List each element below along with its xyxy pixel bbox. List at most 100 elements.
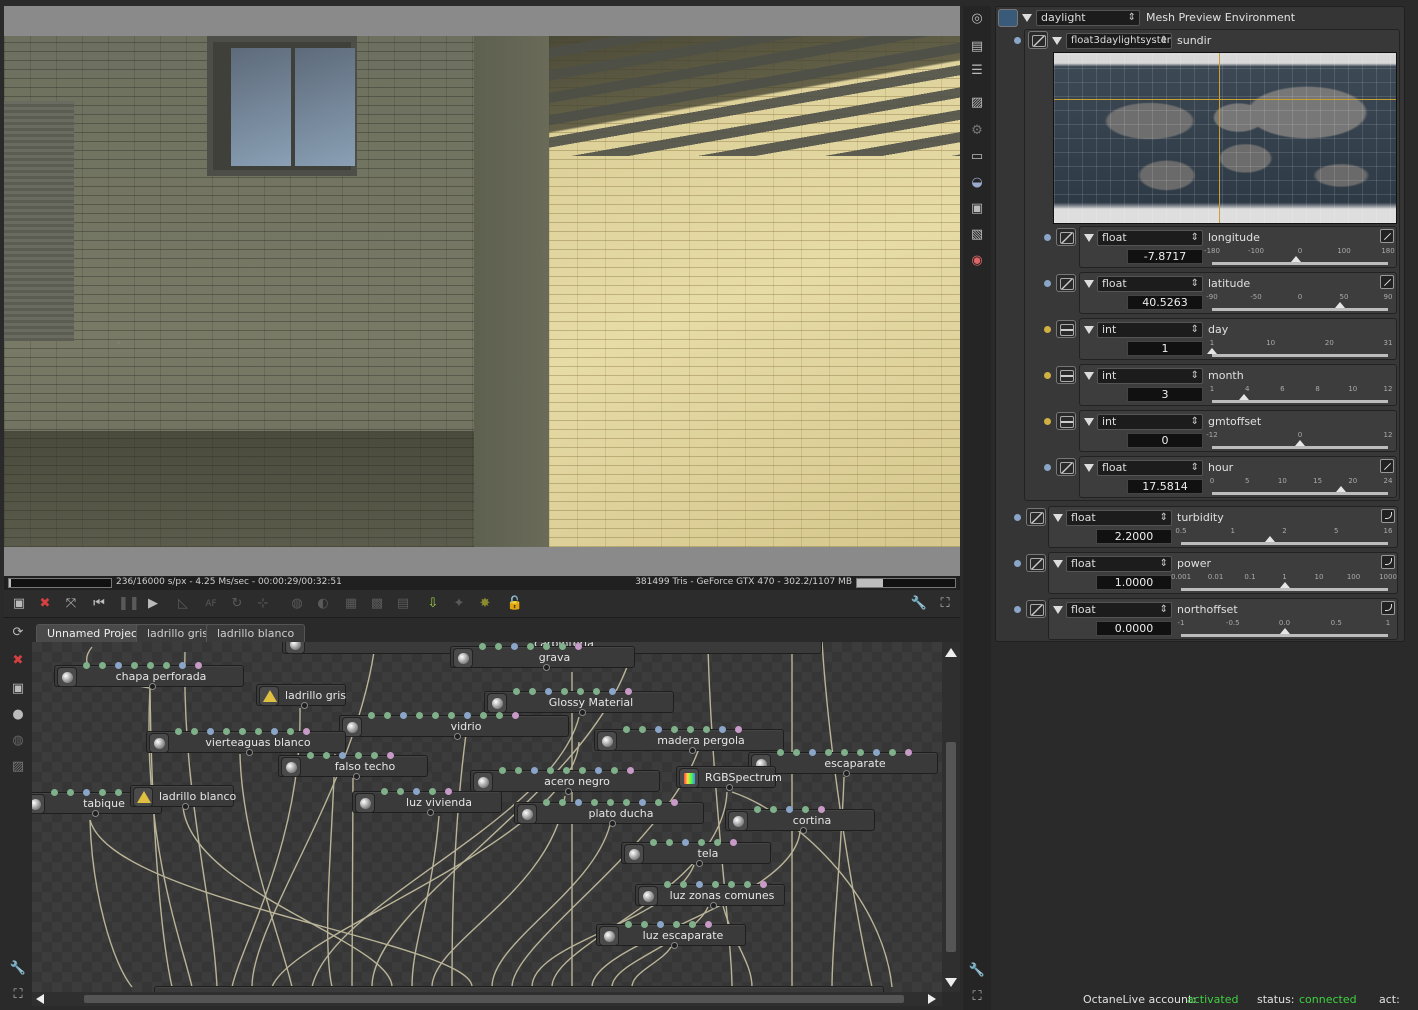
day-slider-thumb[interactable] [1207, 348, 1217, 354]
node-input-pin[interactable] [271, 728, 278, 735]
node-input-pin[interactable] [760, 881, 767, 888]
turbidity-pin[interactable] [1014, 514, 1021, 521]
northoffset-slider-thumb[interactable] [1279, 628, 1290, 634]
node-glossy-material[interactable]: Glossy Material [484, 688, 674, 716]
panel-icon[interactable]: ▭ [968, 148, 986, 166]
hour-node-icon[interactable] [1056, 458, 1076, 476]
longitude-type-select[interactable]: float [1097, 230, 1203, 246]
sphere-icon[interactable]: ◐ [314, 595, 332, 613]
node-input-pin[interactable] [416, 712, 423, 719]
collapse-sundir-icon[interactable] [1052, 37, 1062, 45]
collapse-latitude-icon[interactable] [1084, 280, 1094, 288]
inspector-wrench-icon[interactable]: 🔧 [968, 962, 986, 980]
latitude-value[interactable]: 40.5263 [1127, 295, 1203, 310]
node-ladrillo-gris[interactable]: ladrillo gris [256, 684, 346, 709]
inspector-fullscreen-icon[interactable]: ⛶ [968, 988, 986, 1006]
node-input-pin[interactable] [527, 643, 534, 650]
node-input-pin[interactable] [99, 789, 106, 796]
camera-icon[interactable]: ◎ [968, 10, 986, 28]
node-input-pin[interactable] [543, 799, 550, 806]
node-input-pin[interactable] [547, 767, 554, 774]
node-input-pin[interactable] [371, 752, 378, 759]
node-input-pin[interactable] [480, 712, 487, 719]
node-acero-negro[interactable]: acero negro [470, 767, 660, 795]
node-input-pin[interactable] [698, 839, 705, 846]
node-input-pin[interactable] [657, 921, 664, 928]
node-madera-pergola[interactable]: madera pergola [594, 726, 784, 754]
node-input-pin[interactable] [287, 728, 294, 735]
node-output-pin[interactable] [565, 788, 572, 795]
node-input-pin[interactable] [627, 767, 634, 774]
gmtoffset-type-select[interactable]: int [1097, 414, 1203, 430]
power-pin[interactable] [1014, 560, 1021, 567]
node-input-pin[interactable] [499, 767, 506, 774]
checker-icon[interactable]: ▩ [368, 595, 386, 613]
node-input-pin[interactable] [115, 662, 122, 669]
scroll-right-arrow[interactable] [928, 994, 936, 1004]
node-input-pin[interactable] [793, 749, 800, 756]
environment-icon[interactable]: ◒ [968, 174, 986, 192]
month-node-icon[interactable] [1056, 366, 1076, 384]
collapse-hour-icon[interactable] [1084, 464, 1094, 472]
node-output-pin[interactable] [301, 702, 308, 709]
node-input-pin[interactable] [728, 881, 735, 888]
month-pin[interactable] [1044, 372, 1051, 379]
pause-icon[interactable]: ❚❚ [118, 595, 140, 613]
node-plato-ducha[interactable]: plato ducha [514, 799, 704, 827]
node-input-pin[interactable] [744, 881, 751, 888]
settings-icon[interactable]: ⚙ [968, 122, 986, 140]
node-input-pin[interactable] [83, 789, 90, 796]
vertical-scroll-thumb[interactable] [946, 742, 956, 952]
node-input-pin[interactable] [413, 788, 420, 795]
horizontal-scroll-thumb[interactable] [84, 995, 904, 1003]
mesh-icon[interactable]: ◍ [288, 595, 306, 613]
render-image[interactable] [4, 36, 960, 547]
grid-icon[interactable]: ▦ [342, 595, 360, 613]
node-input-pin[interactable] [99, 662, 106, 669]
node-luz-zonas-comunes[interactable]: luz zonas comunes [635, 881, 785, 909]
node-horizontal-scrollbar[interactable] [32, 992, 942, 1006]
node-input-pin[interactable] [735, 726, 742, 733]
node-input-pin[interactable] [730, 839, 737, 846]
node-refresh-icon[interactable]: ⟳ [9, 624, 27, 642]
node-input-pin[interactable] [368, 712, 375, 719]
hour-type-select[interactable]: float [1097, 460, 1203, 476]
node-wrench-icon[interactable]: 🔧 [9, 960, 27, 978]
node-input-pin[interactable] [809, 749, 816, 756]
node-input-pin[interactable] [639, 726, 646, 733]
node-input-pin[interactable] [639, 799, 646, 806]
node-material-icon[interactable]: ● [9, 706, 27, 724]
day-node-icon[interactable] [1056, 320, 1076, 338]
hour-slider-thumb[interactable] [1336, 486, 1346, 492]
node-input-pin[interactable] [429, 788, 436, 795]
collapse-northoffset-icon[interactable] [1053, 606, 1063, 614]
node-input-pin[interactable] [163, 662, 170, 669]
node-input-pin[interactable] [339, 752, 346, 759]
power-curve-button[interactable] [1381, 555, 1395, 569]
node-output-pin[interactable] [710, 902, 717, 909]
node-input-pin[interactable] [857, 749, 864, 756]
node-input-pin[interactable] [448, 712, 455, 719]
tab-unnamed-project[interactable]: Unnamed Project [36, 624, 153, 642]
region-icon[interactable]: ▤ [394, 595, 412, 613]
node-input-pin[interactable] [543, 643, 550, 650]
node-input-pin[interactable] [323, 752, 330, 759]
render-viewport[interactable] [4, 6, 960, 576]
node-input-pin[interactable] [223, 728, 230, 735]
node-input-pin[interactable] [515, 767, 522, 774]
node-input-pin[interactable] [754, 806, 761, 813]
northoffset-value[interactable]: 0.0000 [1096, 621, 1172, 636]
ruler-icon[interactable]: ◺ [174, 595, 192, 613]
node-input-pin[interactable] [529, 688, 536, 695]
turbidity-slider-thumb[interactable] [1265, 536, 1275, 542]
node-input-pin[interactable] [575, 643, 582, 650]
hour-value[interactable]: 17.5814 [1127, 479, 1203, 494]
node-luz-vivienda[interactable]: luz vivienda [352, 788, 502, 816]
display-icon[interactable]: ▣ [10, 595, 28, 613]
node-output-pin[interactable] [726, 784, 733, 791]
longitude-slider-thumb[interactable] [1291, 256, 1302, 262]
node-output-pin[interactable] [579, 709, 586, 716]
node-cancel-icon[interactable]: ✖ [9, 652, 27, 670]
fit-icon[interactable]: ⤧ [62, 595, 80, 613]
node-input-pin[interactable] [825, 749, 832, 756]
